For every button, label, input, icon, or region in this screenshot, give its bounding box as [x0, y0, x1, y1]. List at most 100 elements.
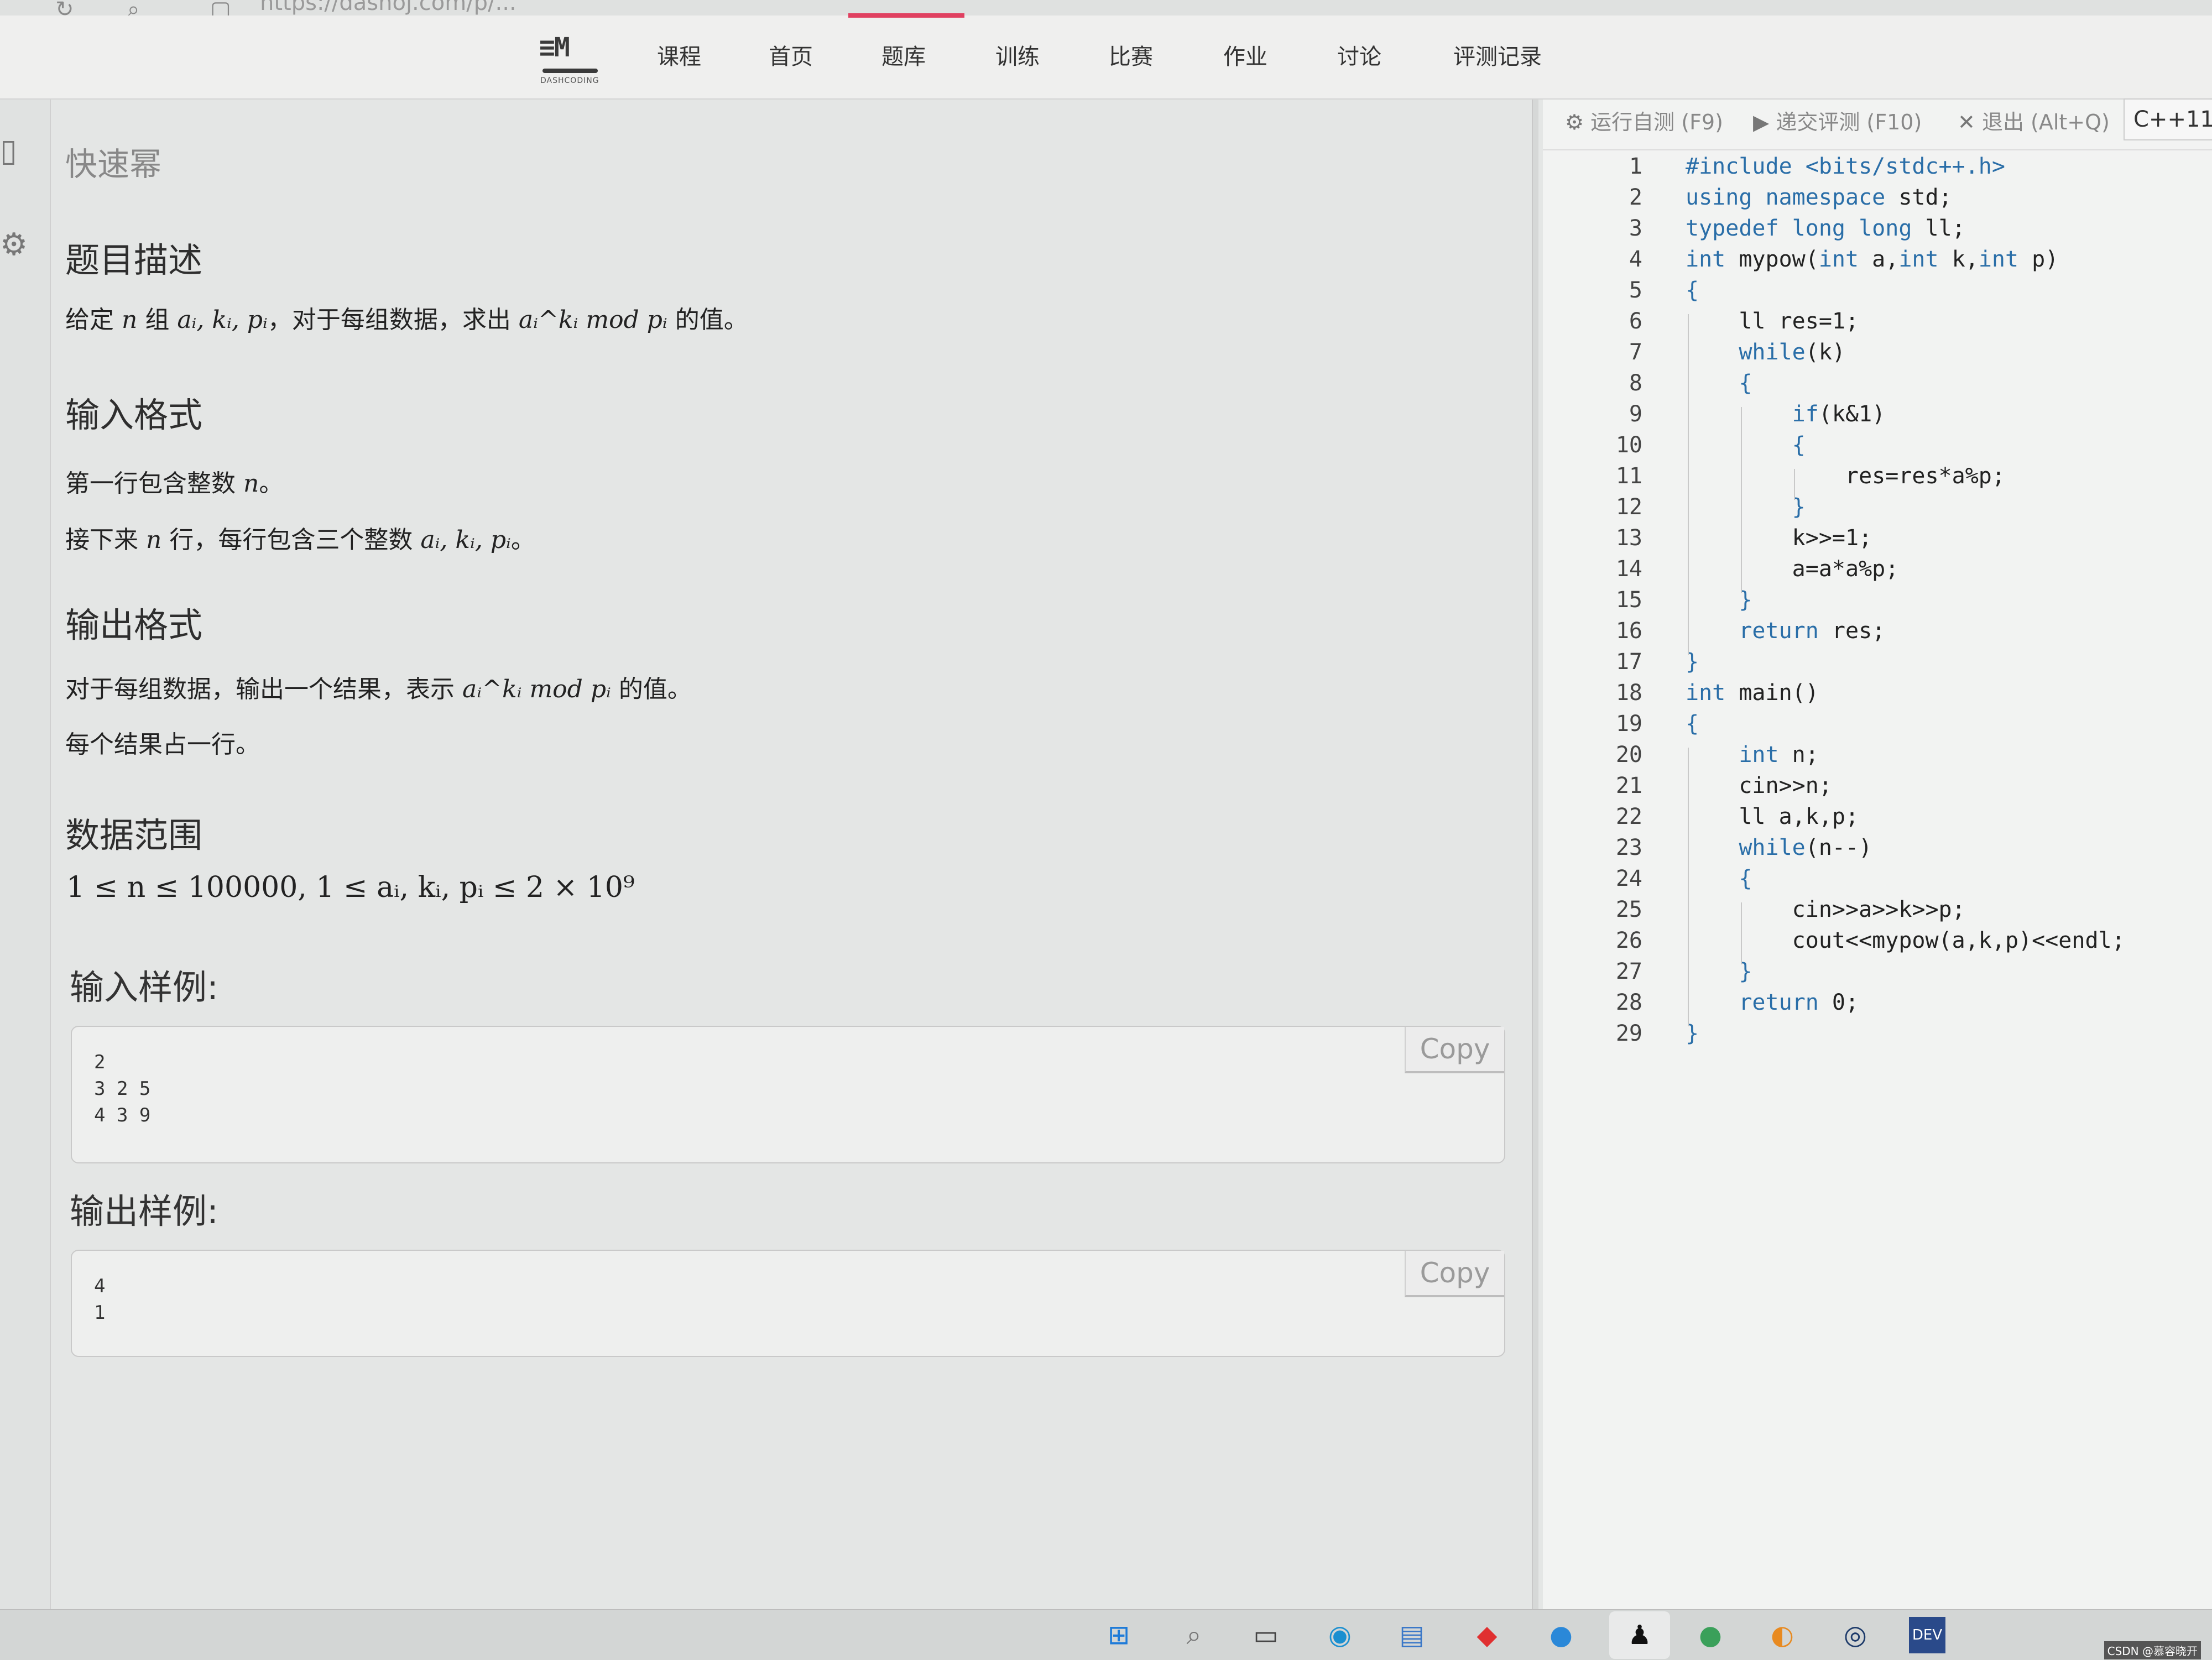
code-line[interactable]: 11 res=res*a%p;	[1543, 463, 2212, 494]
task-view-icon[interactable]: ▭	[1248, 1617, 1284, 1653]
gear-icon[interactable]: ⚙	[0, 227, 28, 263]
sample-input-label: 输入样例:	[70, 967, 218, 1008]
code-line[interactable]: 21 cin>>n;	[1543, 773, 2212, 804]
line-number: 22	[1615, 804, 1642, 829]
line-number: 6	[1629, 309, 1642, 334]
line-number: 13	[1615, 525, 1642, 551]
orange-app-icon[interactable]: ◐	[1764, 1617, 1801, 1653]
code-line[interactable]: 28 return 0;	[1543, 990, 2212, 1021]
code-line[interactable]: 24 {	[1543, 866, 2212, 897]
top-navigation: ≡M DASHCODING 课程 首页 题库 训练 比赛 作业 讨论 评测记录	[0, 13, 2212, 100]
code-text: cout<<mypow(a,k,p)<<endl;	[1686, 928, 2125, 953]
windows-start-icon[interactable]: ⊞	[1100, 1617, 1137, 1653]
code-line[interactable]: 5{	[1543, 278, 2212, 309]
code-line[interactable]: 29}	[1543, 1021, 2212, 1052]
line-number: 28	[1615, 990, 1642, 1015]
nav-problems[interactable]: 题库	[848, 13, 964, 71]
code-line[interactable]: 1 #include <bits/stdc++.h>	[1543, 154, 2212, 185]
devcpp-icon[interactable]: DEV	[1909, 1617, 1945, 1653]
file-icon[interactable]: ▯	[0, 133, 17, 169]
chat-app-icon[interactable]: ●	[1543, 1617, 1579, 1653]
edge-icon[interactable]: ◉	[1322, 1617, 1358, 1653]
code-text: using namespace std;	[1686, 185, 1952, 210]
code-line[interactable]: 14 a=a*a%p;	[1543, 556, 2212, 587]
code-line[interactable]: 6 ll res=1;	[1543, 309, 2212, 340]
nav-contests[interactable]: 比赛	[1109, 39, 1153, 71]
code-line[interactable]: 20 int n;	[1543, 742, 2212, 773]
line-number: 11	[1615, 463, 1642, 489]
line-number: 9	[1629, 401, 1642, 427]
sample-input-box: 2 3 2 5 4 3 9 Copy	[71, 1026, 1505, 1163]
nav-records[interactable]: 评测记录	[1453, 39, 1542, 71]
code-line[interactable]: 12 }	[1543, 494, 2212, 525]
data-range-heading: 数据范围	[65, 815, 203, 855]
code-line[interactable]: 3 typedef long long ll;	[1543, 216, 2212, 247]
copy-output-button[interactable]: Copy	[1405, 1251, 1504, 1297]
code-text: typedef long long ll;	[1686, 216, 1965, 241]
line-number: 17	[1615, 649, 1642, 675]
code-line[interactable]: 10 {	[1543, 432, 2212, 463]
code-line[interactable]: 23 while(n--)	[1543, 835, 2212, 866]
line-number: 26	[1615, 928, 1642, 953]
nav-courses[interactable]: 课程	[657, 39, 701, 71]
code-line[interactable]: 26 cout<<mypow(a,k,p)<<endl;	[1543, 928, 2212, 959]
line-number: 27	[1615, 959, 1642, 984]
nav-homework[interactable]: 作业	[1223, 39, 1267, 71]
code-line[interactable]: 2 using namespace std;	[1543, 185, 2212, 216]
nav-training[interactable]: 训练	[995, 39, 1040, 71]
line-number: 15	[1615, 587, 1642, 613]
panel-splitter[interactable]	[1532, 100, 1538, 1609]
line-number: 1	[1629, 154, 1642, 179]
code-line[interactable]: 22 ll a,k,p;	[1543, 804, 2212, 835]
nav-home[interactable]: 首页	[769, 39, 813, 71]
input-format-line1: 第一行包含整数 n。	[65, 469, 284, 498]
indent-guide	[1741, 902, 1742, 964]
line-number: 21	[1615, 773, 1642, 798]
code-line[interactable]: 25 cin>>a>>k>>p;	[1543, 897, 2212, 928]
site-logo[interactable]: ≡M DASHCODING	[539, 32, 606, 87]
code-text: {	[1739, 866, 1752, 891]
sample-output-label: 输出样例:	[70, 1191, 218, 1231]
code-line[interactable]: 27 }	[1543, 959, 2212, 990]
code-line[interactable]: 7 while(k)	[1543, 340, 2212, 370]
code-line[interactable]: 15 }	[1543, 587, 2212, 618]
code-text: return res;	[1739, 618, 1886, 644]
problem-panel: 快速幂 题目描述 给定 n 组 aᵢ, kᵢ, pᵢ，对于每组数据，求出 aᵢ^…	[65, 100, 1525, 1609]
code-text: {	[1792, 432, 1806, 458]
submit-button[interactable]: ▶ 递交评测 (F10)	[1753, 105, 1922, 135]
store-icon[interactable]: ▤	[1394, 1617, 1430, 1653]
logo-mark: ≡M	[539, 32, 570, 63]
language-select[interactable]: C++11	[2124, 98, 2212, 140]
watermark: CSDN @慕容晓开	[2104, 1641, 2201, 1659]
address-bar[interactable]: https://dasnoj.com/p/...	[260, 0, 517, 15]
output-format-line1: 对于每组数据，输出一个结果，表示 aᵢ^kᵢ mod pᵢ 的值。	[65, 675, 692, 703]
code-text: if(k&1)	[1792, 401, 1886, 427]
copy-input-button[interactable]: Copy	[1405, 1027, 1504, 1073]
code-text: #include <bits/stdc++.h>	[1686, 154, 2005, 179]
indent-guide	[1741, 407, 1742, 593]
qq-icon[interactable]: ♟	[1609, 1611, 1670, 1659]
line-number: 8	[1629, 370, 1642, 396]
line-number: 4	[1629, 247, 1642, 272]
code-line[interactable]: 16 return res;	[1543, 618, 2212, 649]
code-line[interactable]: 17}	[1543, 649, 2212, 680]
code-line[interactable]: 9 if(k&1)	[1543, 401, 2212, 432]
wechat-icon[interactable]: ●	[1692, 1617, 1729, 1653]
code-line[interactable]: 8 {	[1543, 370, 2212, 401]
code-editor-panel: ⚙ 运行自测 (F9) ▶ 递交评测 (F10) ✕ 退出 (Alt+Q) C+…	[1543, 98, 2212, 1609]
code-line[interactable]: 18 int main()	[1543, 680, 2212, 711]
line-number: 10	[1615, 432, 1642, 458]
run-test-button[interactable]: ⚙ 运行自测 (F9)	[1565, 105, 1723, 135]
code-text: cin>>a>>k>>p;	[1686, 897, 1965, 922]
code-text: res=res*a%p;	[1686, 463, 2005, 489]
nav-discuss[interactable]: 讨论	[1337, 39, 1381, 71]
exit-button[interactable]: ✕ 退出 (Alt+Q)	[1958, 105, 2110, 135]
code-line[interactable]: 13 k>>=1;	[1543, 525, 2212, 556]
search-icon[interactable]: ⌕	[1176, 1617, 1212, 1653]
steam-icon[interactable]: ◎	[1837, 1617, 1874, 1653]
line-number: 18	[1615, 680, 1642, 706]
code-line[interactable]: 4 int mypow(int a,int k,int p)	[1543, 247, 2212, 278]
code-line[interactable]: 19 {	[1543, 711, 2212, 742]
diamond-app-icon[interactable]: ◆	[1469, 1617, 1505, 1653]
sample-input-text: 2 3 2 5 4 3 9	[94, 1051, 151, 1126]
